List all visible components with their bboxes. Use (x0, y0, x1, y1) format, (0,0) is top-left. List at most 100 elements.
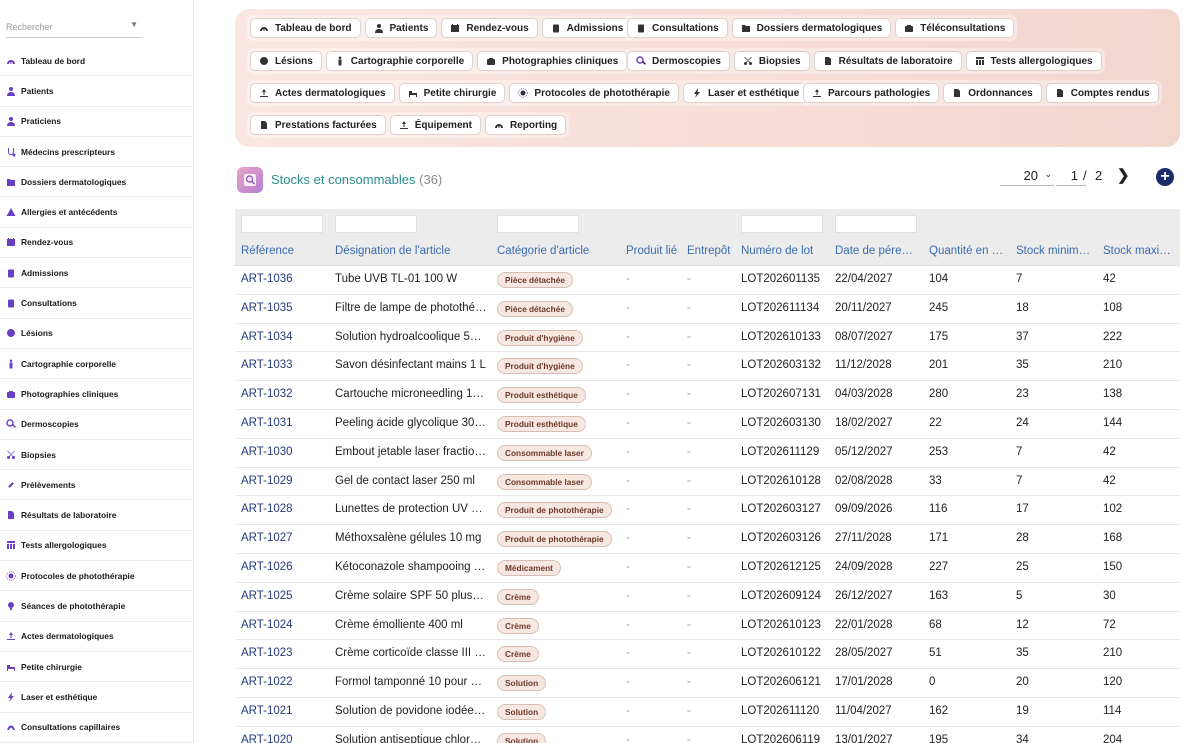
sidebar-item-patients[interactable]: Patients (0, 76, 193, 107)
nav-button-tests-allergologiques[interactable]: Tests allergologiques (965, 51, 1102, 71)
sidebar-item-petite-chirurgie[interactable]: Petite chirurgie (0, 652, 193, 683)
sidebar-item-prelevements[interactable]: Prélèvements (0, 470, 193, 501)
nav-button-reporting[interactable]: Reporting (484, 115, 567, 135)
nav-button-patients[interactable]: Patients (364, 18, 438, 38)
reference-link[interactable]: ART-1020 (241, 734, 329, 743)
sidebar-item-dermoscopies[interactable]: Dermoscopies (0, 410, 193, 440)
nav-button-comptes-rendus[interactable]: Comptes rendus (1045, 83, 1159, 103)
nav-button-resultats-de-laboratoire[interactable]: Résultats de laboratoire (813, 51, 962, 71)
sidebar-item-dossiers-dermatologiques[interactable]: Dossiers dermatologiques (0, 167, 193, 198)
table-row[interactable]: ART-1033 Savon désinfectant mains 1 L Prod… (235, 352, 1180, 382)
sidebar-item-biopsies[interactable]: Biopsies (0, 440, 193, 471)
reference-link[interactable]: ART-1034 (241, 331, 329, 343)
column-header-categorie-d-article[interactable]: Catégorie d'article (497, 245, 621, 257)
reference-link[interactable]: ART-1028 (241, 503, 329, 515)
table-row[interactable]: ART-1026 Kétoconazole shampooing 2 % Médic… (235, 554, 1180, 583)
column-header-date-de-pere[interactable]: Date de pére… (835, 245, 925, 257)
nav-button-tableau-de-bord[interactable]: Tableau de bord (250, 18, 361, 38)
column-filter-input[interactable] (335, 215, 417, 233)
nav-button-protocoles-de-phototherapie[interactable]: Protocoles de photothérapie (509, 83, 679, 103)
sidebar-item-tableau-de-bord[interactable]: Tableau de bord (0, 46, 193, 77)
table-row[interactable]: ART-1027 Méthoxsalène gélules 10 mg Produi… (235, 525, 1180, 554)
table-row[interactable]: ART-1020 Solution antiseptique chlorhexid… (235, 727, 1180, 743)
table-row[interactable]: ART-1035 Filtre de lampe de photothérapie… (235, 295, 1180, 324)
nav-button-lesions[interactable]: Lésions (250, 51, 322, 71)
column-header-quantite-en[interactable]: Quantité en … (929, 245, 1011, 257)
table-row[interactable]: ART-1030 Embout jetable laser fractionné C… (235, 439, 1180, 468)
table-row[interactable]: ART-1022 Formol tamponné 10 pour cent Solu… (235, 669, 1180, 698)
sidebar-item-seances-de-phototherapie[interactable]: Séances de photothérapie (0, 591, 193, 622)
nav-button-equipement[interactable]: Équipement (389, 115, 481, 135)
reference-link[interactable]: ART-1036 (241, 273, 329, 285)
column-filter-input[interactable] (497, 215, 579, 233)
nav-button-biopsies[interactable]: Biopsies (733, 51, 810, 71)
table-row[interactable]: ART-1029 Gel de contact laser 250 ml Conso… (235, 468, 1180, 497)
nav-button-consultations[interactable]: Consultations (627, 18, 728, 38)
nav-button-laser-et-esthetique[interactable]: Laser et esthétique (682, 83, 809, 103)
sidebar-item-actes-dermatologiques[interactable]: Actes dermatologiques (0, 622, 193, 652)
reference-link[interactable]: ART-1023 (241, 647, 329, 659)
nav-button-teleconsultations[interactable]: Téléconsultations (895, 18, 1015, 38)
page-number-input[interactable]: 1 (1056, 166, 1086, 186)
table-row[interactable]: ART-1021 Solution de povidone iodée 10 % S… (235, 698, 1180, 727)
nav-button-ordonnances[interactable]: Ordonnances (943, 83, 1042, 103)
table-row[interactable]: ART-1036 Tube UVB TL-01 100 W Pièce détach… (235, 266, 1180, 295)
column-header-numero-de-lot[interactable]: Numéro de lot (741, 245, 833, 257)
sidebar-item-medecins-prescripteurs[interactable]: Médecins prescripteurs (0, 137, 193, 168)
nav-button-parcours-pathologies[interactable]: Parcours pathologies (803, 83, 940, 103)
chevron-down-icon[interactable]: ▼ (130, 20, 138, 29)
nav-button-admissions[interactable]: Admissions (541, 18, 633, 38)
reference-link[interactable]: ART-1027 (241, 532, 329, 544)
reference-link[interactable]: ART-1031 (241, 417, 329, 429)
sidebar-item-consultations-capillaires[interactable]: Consultations capillaires (0, 713, 193, 743)
column-header-stock-minim[interactable]: Stock minim… (1016, 245, 1098, 257)
table-row[interactable]: ART-1034 Solution hydroalcoolique 500 ml P… (235, 324, 1180, 353)
nav-button-photographies-cliniques[interactable]: Photographies cliniques (477, 51, 628, 71)
column-header-reference[interactable]: Référence (241, 245, 329, 257)
sidebar-item-tests-allergologiques[interactable]: Tests allergologiques (0, 531, 193, 562)
reference-link[interactable]: ART-1030 (241, 446, 329, 458)
reference-link[interactable]: ART-1032 (241, 388, 329, 400)
nav-button-prestations-facturees[interactable]: Prestations facturées (250, 115, 386, 135)
sidebar-item-laser-et-esthetique[interactable]: Laser et esthétique (0, 682, 193, 713)
column-header-designation-de-l-article[interactable]: Désignation de l'article (335, 245, 487, 257)
table-row[interactable]: ART-1032 Cartouche microneedling 12 aigui… (235, 381, 1180, 410)
table-row[interactable]: ART-1028 Lunettes de protection UV patien… (235, 496, 1180, 526)
search-input[interactable]: Rechercher ▼ (6, 18, 142, 38)
sidebar-item-consultations[interactable]: Consultations (0, 288, 193, 319)
column-header-produit-lie[interactable]: Produit lié (626, 245, 684, 257)
sidebar-item-rendez-vous[interactable]: Rendez-vous (0, 228, 193, 259)
nav-button-actes-dermatologiques[interactable]: Actes dermatologiques (250, 83, 395, 103)
column-header-entrepot[interactable]: Entrepôt (687, 245, 739, 257)
column-filter-input[interactable] (241, 215, 323, 233)
table-row[interactable]: ART-1025 Crème solaire SPF 50 plus teinté… (235, 583, 1180, 612)
reference-link[interactable]: ART-1033 (241, 359, 329, 371)
table-row[interactable]: ART-1024 Crème émolliente 400 ml Crème - - LO… (235, 612, 1180, 641)
nav-button-dermoscopies[interactable]: Dermoscopies (627, 51, 730, 71)
reference-link[interactable]: ART-1029 (241, 475, 329, 487)
column-filter-input[interactable] (835, 215, 917, 233)
sidebar-item-praticiens[interactable]: Praticiens (0, 107, 193, 137)
sidebar-item-admissions[interactable]: Admissions (0, 258, 193, 289)
reference-link[interactable]: ART-1025 (241, 590, 329, 602)
nav-button-cartographie-corporelle[interactable]: Cartographie corporelle (325, 51, 474, 71)
reference-link[interactable]: ART-1026 (241, 561, 329, 573)
table-row[interactable]: ART-1023 Crème corticoïde classe III 30 g… (235, 640, 1180, 670)
sidebar-item-lesions[interactable]: Lésions (0, 319, 193, 349)
reference-link[interactable]: ART-1035 (241, 302, 329, 314)
column-filter-input[interactable] (741, 215, 823, 233)
reference-link[interactable]: ART-1024 (241, 619, 329, 631)
sidebar-item-cartographie-corporelle[interactable]: Cartographie corporelle (0, 349, 193, 380)
plus-circle-icon[interactable]: + (1156, 168, 1174, 186)
sidebar-item-photographies-cliniques[interactable]: Photographies cliniques (0, 379, 193, 410)
nav-button-dossiers-dermatologiques[interactable]: Dossiers dermatologiques (731, 18, 892, 38)
reference-link[interactable]: ART-1021 (241, 705, 329, 717)
sidebar-item-allergies-et-antecedents[interactable]: Allergies et antécédents (0, 197, 193, 228)
table-row[interactable]: ART-1031 Peeling acide glycolique 30 % Pro… (235, 410, 1180, 439)
chevron-right-icon[interactable]: ❯ (1117, 166, 1130, 184)
per-page-select[interactable]: 20 ⌄ (1000, 166, 1054, 186)
column-header-stock-maxim[interactable]: Stock maxim… (1103, 245, 1180, 257)
sidebar-item-protocoles-de-phototherapie[interactable]: Protocoles de photothérapie (0, 561, 193, 592)
sidebar-item-resultats-de-laboratoire[interactable]: Résultats de laboratoire (0, 500, 193, 531)
nav-button-rendez-vous[interactable]: Rendez-vous (441, 18, 538, 38)
